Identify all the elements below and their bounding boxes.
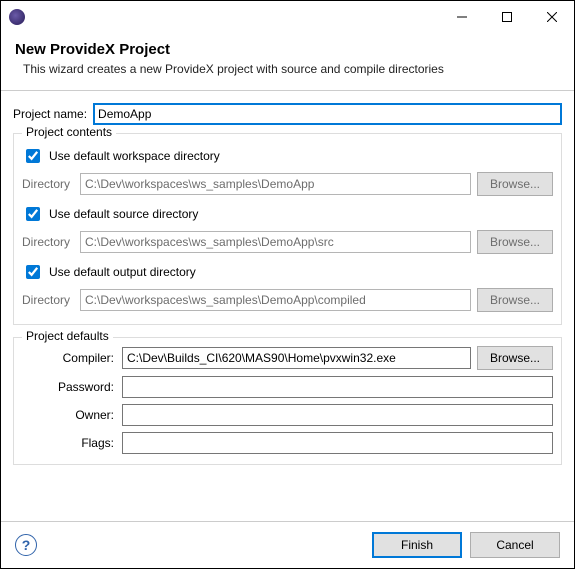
eclipse-icon (9, 9, 25, 25)
dialog-body: Project name: Project contents Use defau… (1, 91, 574, 521)
titlebar (1, 1, 574, 33)
dialog-footer: ? Finish Cancel (1, 521, 574, 568)
output-dir-browse-button: Browse... (477, 288, 553, 312)
dialog-header: New ProvideX Project This wizard creates… (1, 33, 574, 91)
project-name-input[interactable] (93, 103, 562, 125)
use-default-source-checkbox[interactable] (26, 207, 40, 221)
maximize-button[interactable] (484, 2, 529, 32)
source-dir-input (80, 231, 471, 253)
project-contents-title: Project contents (22, 125, 116, 139)
output-dir-input (80, 289, 471, 311)
use-default-workspace-checkbox[interactable] (26, 149, 40, 163)
project-name-label: Project name: (13, 107, 87, 121)
use-default-source-label: Use default source directory (49, 207, 198, 221)
password-label: Password: (22, 380, 116, 394)
owner-input[interactable] (122, 404, 553, 426)
flags-input[interactable] (122, 432, 553, 454)
compiler-input[interactable] (122, 347, 471, 369)
compiler-browse-button[interactable]: Browse... (477, 346, 553, 370)
minimize-button[interactable] (439, 2, 484, 32)
use-default-output-checkbox[interactable] (26, 265, 40, 279)
workspace-dir-input (80, 173, 471, 195)
workspace-dir-browse-button: Browse... (477, 172, 553, 196)
finish-button[interactable]: Finish (372, 532, 462, 558)
source-dir-browse-button: Browse... (477, 230, 553, 254)
workspace-dir-label: Directory (22, 177, 74, 191)
flags-label: Flags: (22, 436, 116, 450)
password-input[interactable] (122, 376, 553, 398)
help-icon[interactable]: ? (15, 534, 37, 556)
project-contents-group: Project contents Use default workspace d… (13, 133, 562, 325)
output-dir-label: Directory (22, 293, 74, 307)
close-button[interactable] (529, 2, 574, 32)
source-dir-label: Directory (22, 235, 74, 249)
dialog-title: New ProvideX Project (15, 41, 560, 58)
owner-label: Owner: (22, 408, 116, 422)
project-defaults-title: Project defaults (22, 329, 113, 343)
cancel-button[interactable]: Cancel (470, 532, 560, 558)
project-defaults-group: Project defaults Compiler: Browse... Pas… (13, 337, 562, 465)
compiler-label: Compiler: (22, 351, 116, 365)
use-default-workspace-label: Use default workspace directory (49, 149, 220, 163)
use-default-output-label: Use default output directory (49, 265, 196, 279)
dialog-subtitle: This wizard creates a new ProvideX proje… (23, 62, 560, 76)
